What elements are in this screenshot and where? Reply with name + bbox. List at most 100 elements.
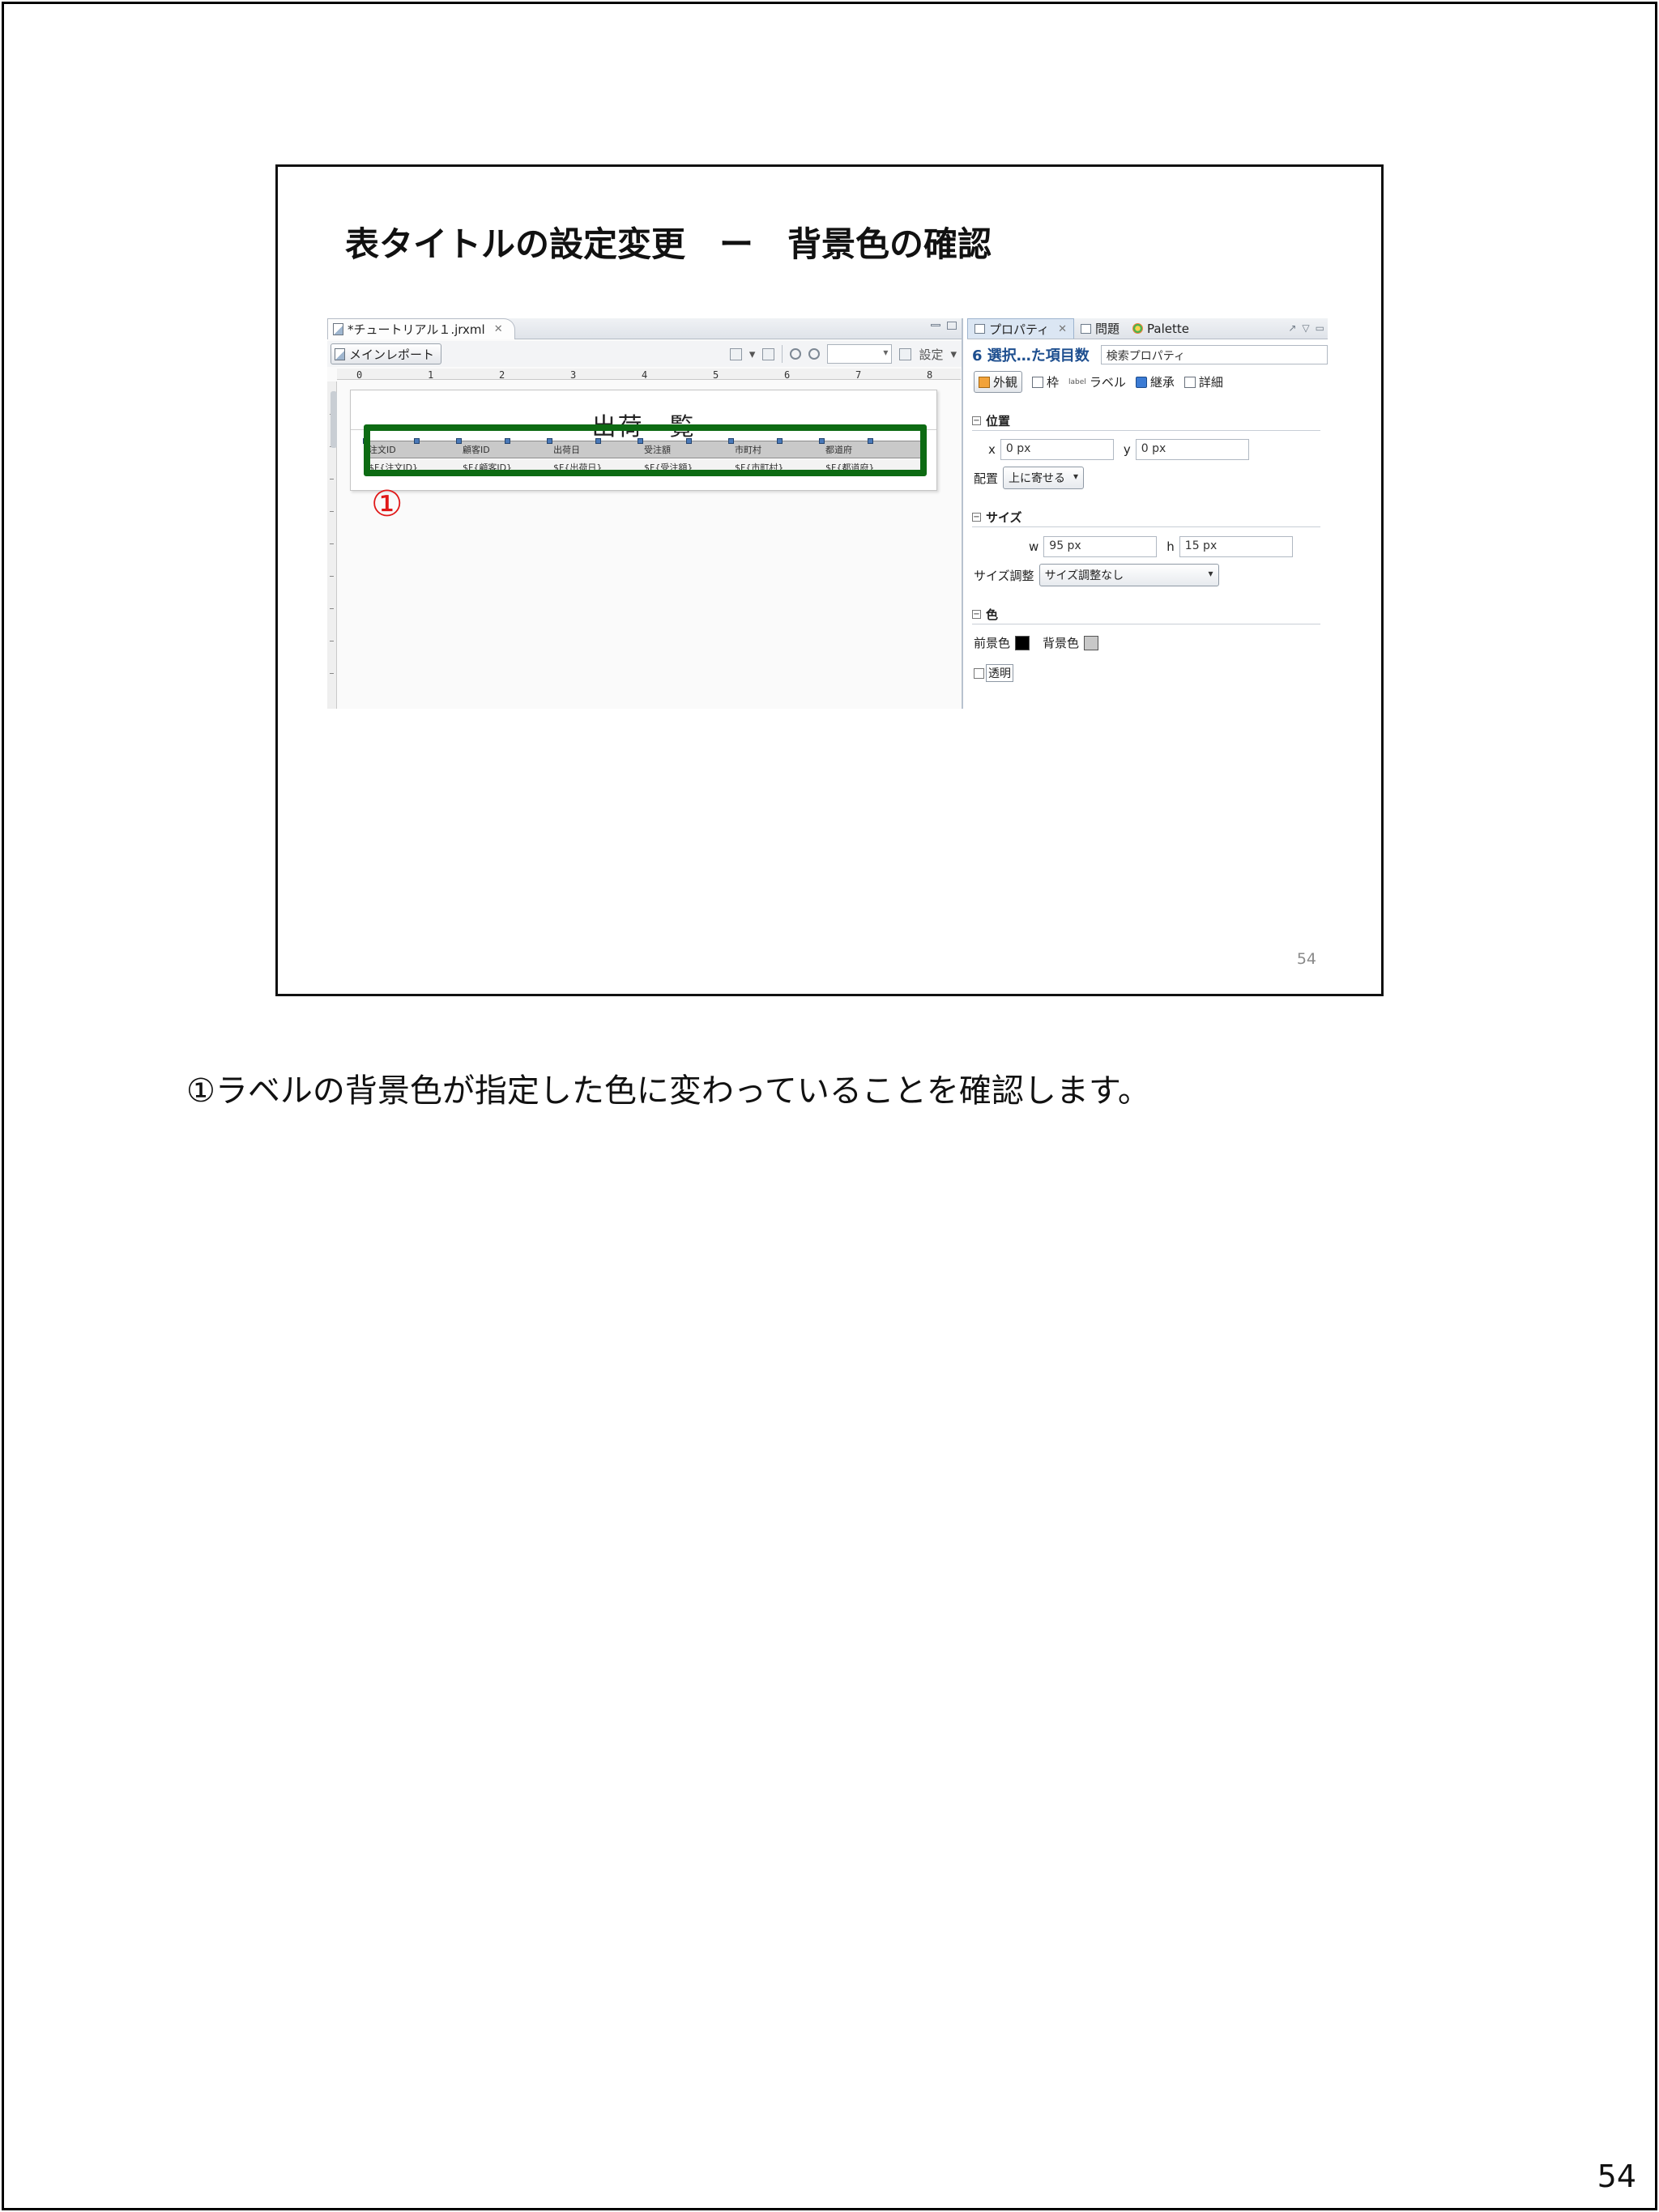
close-icon[interactable]: ✕ (1058, 323, 1067, 335)
subtab-label-tab[interactable]: label ラベル (1068, 373, 1126, 390)
section-size[interactable]: − サイズ (972, 509, 1022, 526)
close-icon[interactable]: ✕ (494, 323, 503, 335)
view-menu-icon[interactable]: ▽ (1302, 322, 1309, 334)
chevron-down-icon[interactable]: ▾ (950, 347, 957, 361)
page-icon[interactable] (729, 347, 742, 360)
tab-problems[interactable]: 問題 (1074, 318, 1126, 339)
settings-label[interactable]: 設定 (919, 346, 943, 363)
editor-tabbar: *チュートリアル１.jrxml ✕ (327, 318, 962, 339)
ruler-tick: 8 (927, 369, 933, 381)
border-icon (1032, 376, 1044, 388)
editor-tab[interactable]: *チュートリアル１.jrxml ✕ (327, 318, 515, 339)
section-color[interactable]: − 色 (972, 606, 998, 623)
transparent-row: 透明 (974, 664, 1013, 682)
subtab-label: 外観 (993, 375, 1018, 390)
x-label: x (988, 442, 996, 457)
highlight-box (364, 424, 927, 476)
y-label: y (1123, 442, 1131, 457)
w-label: w (1029, 539, 1039, 554)
minimize-icon[interactable] (931, 324, 940, 326)
ruler-tick: 5 (713, 369, 719, 381)
report-icon (335, 347, 345, 360)
size-adjust-dropdown[interactable]: サイズ調整なし (1038, 564, 1219, 586)
slide-title: 表タイトルの設定変更 ー 背景色の確認 (345, 224, 992, 264)
properties-header: 6 選択…た項目数 検索プロパティ (972, 344, 1328, 365)
properties-subtabs: 外観 枠 label ラベル 継承 詳細 (974, 371, 1223, 393)
pin-icon[interactable]: ↗ (1288, 322, 1296, 334)
section-title: サイズ (986, 510, 1022, 525)
subtab-details[interactable]: 詳細 (1183, 373, 1223, 390)
size-adjust-row: サイズ調整 サイズ調整なし (974, 564, 1219, 586)
position-xy-row: x 0 px y 0 px (988, 439, 1249, 460)
label-icon: label (1068, 377, 1086, 386)
section-divider (972, 526, 1320, 527)
y-field[interactable]: 0 px (1135, 439, 1249, 460)
ruler-tick: 1 (428, 369, 434, 381)
foreground-color-swatch[interactable] (1015, 635, 1030, 650)
report-canvas[interactable]: 出荷一覧 注文ID 顧客ID 出荷日 受注額 市町村 都道府 $F{注文ID} … (350, 390, 937, 491)
w-field[interactable]: 95 px (1043, 536, 1158, 557)
foreground-label: 前景色 (974, 636, 1011, 650)
section-position[interactable]: − 位置 (972, 412, 1010, 429)
zoom-combo[interactable] (827, 344, 893, 364)
layout-row: 配置 上に寄せる (974, 467, 1085, 489)
appearance-icon (979, 376, 990, 388)
ruler-tick: 6 (784, 369, 791, 381)
search-properties-input[interactable]: 検索プロパティ (1100, 345, 1328, 364)
tab-properties[interactable]: プロパティ ✕ (967, 318, 1075, 339)
chevron-down-icon[interactable]: ▾ (749, 347, 756, 361)
collapse-icon[interactable]: − (972, 513, 981, 522)
tab-palette-label: Palette (1147, 321, 1189, 336)
problems-icon (1081, 323, 1092, 334)
horizontal-ruler: 0 1 2 3 4 5 6 7 8 (337, 369, 961, 381)
subtab-inherit[interactable]: 継承 (1135, 373, 1175, 390)
properties-panel: プロパティ ✕ 問題 Palette ↗ ▽ ▭ 6 選択…た項目数 検索プロパ… (967, 318, 1328, 709)
settings-icon[interactable] (899, 347, 912, 360)
properties-window-buttons: ↗ ▽ ▭ (1288, 322, 1324, 334)
inherit-icon (1135, 376, 1147, 388)
maximize-icon[interactable] (947, 322, 957, 330)
ruler-tick: 2 (499, 369, 505, 381)
x-field[interactable]: 0 px (1000, 439, 1114, 460)
slide-number: 54 (1296, 950, 1316, 968)
callout-marker: ① (371, 484, 403, 525)
background-label: 背景色 (1043, 636, 1080, 650)
editor-window-buttons (931, 322, 957, 330)
details-icon (1183, 376, 1196, 388)
subtab-border[interactable]: 枠 (1032, 373, 1059, 390)
embedded-screenshot: *チュートリアル１.jrxml ✕ メインレポート ▾ ▾ 設定 ▾ 0 1 2… (327, 318, 1328, 709)
report-file-icon (333, 323, 343, 335)
toolbar-separator (782, 345, 783, 363)
slide: 表タイトルの設定変更 ー 背景色の確認 *チュートリアル１.jrxml ✕ メイ… (275, 164, 1384, 996)
subtab-label: 詳細 (1198, 375, 1223, 390)
subtab-label: 継承 (1149, 375, 1175, 390)
h-label: h (1166, 539, 1175, 554)
layout-dropdown[interactable]: 上に寄せる (1003, 467, 1085, 489)
zoom-out-icon[interactable] (808, 348, 821, 360)
tab-palette[interactable]: Palette (1126, 318, 1196, 339)
ruler-tick: 7 (855, 369, 862, 381)
main-report-label: メインレポート (349, 347, 435, 362)
note-text: ①ラベルの背景色が指定した色に変わっていることを確認します。 (186, 1072, 1150, 1110)
ruler-tick: 4 (642, 369, 648, 381)
minimize-icon[interactable]: ▭ (1316, 322, 1324, 334)
report-editor: *チュートリアル１.jrxml ✕ メインレポート ▾ ▾ 設定 ▾ 0 1 2… (327, 318, 963, 709)
collapse-icon[interactable]: − (972, 416, 981, 425)
layout-label: 配置 (974, 471, 999, 486)
transparent-label[interactable]: 透明 (986, 664, 1013, 682)
collapse-icon[interactable]: − (972, 610, 981, 619)
selection-count-title: 6 選択…た項目数 (972, 347, 1090, 364)
tab-problems-label: 問題 (1095, 322, 1120, 336)
tab-properties-label: プロパティ (989, 322, 1050, 337)
size-adjust-label: サイズ調整 (974, 568, 1034, 583)
zoom-in-icon[interactable] (790, 348, 802, 360)
background-color-swatch[interactable] (1084, 635, 1099, 650)
subtab-label: 枠 (1047, 375, 1060, 390)
scrollbar[interactable] (331, 391, 337, 448)
ruler-tick: 3 (570, 369, 577, 381)
transparent-checkbox[interactable] (974, 667, 984, 679)
main-report-button[interactable]: メインレポート (331, 343, 442, 364)
layout-icon[interactable] (762, 347, 775, 360)
subtab-appearance[interactable]: 外観 (974, 371, 1023, 393)
h-field[interactable]: 15 px (1179, 536, 1293, 557)
